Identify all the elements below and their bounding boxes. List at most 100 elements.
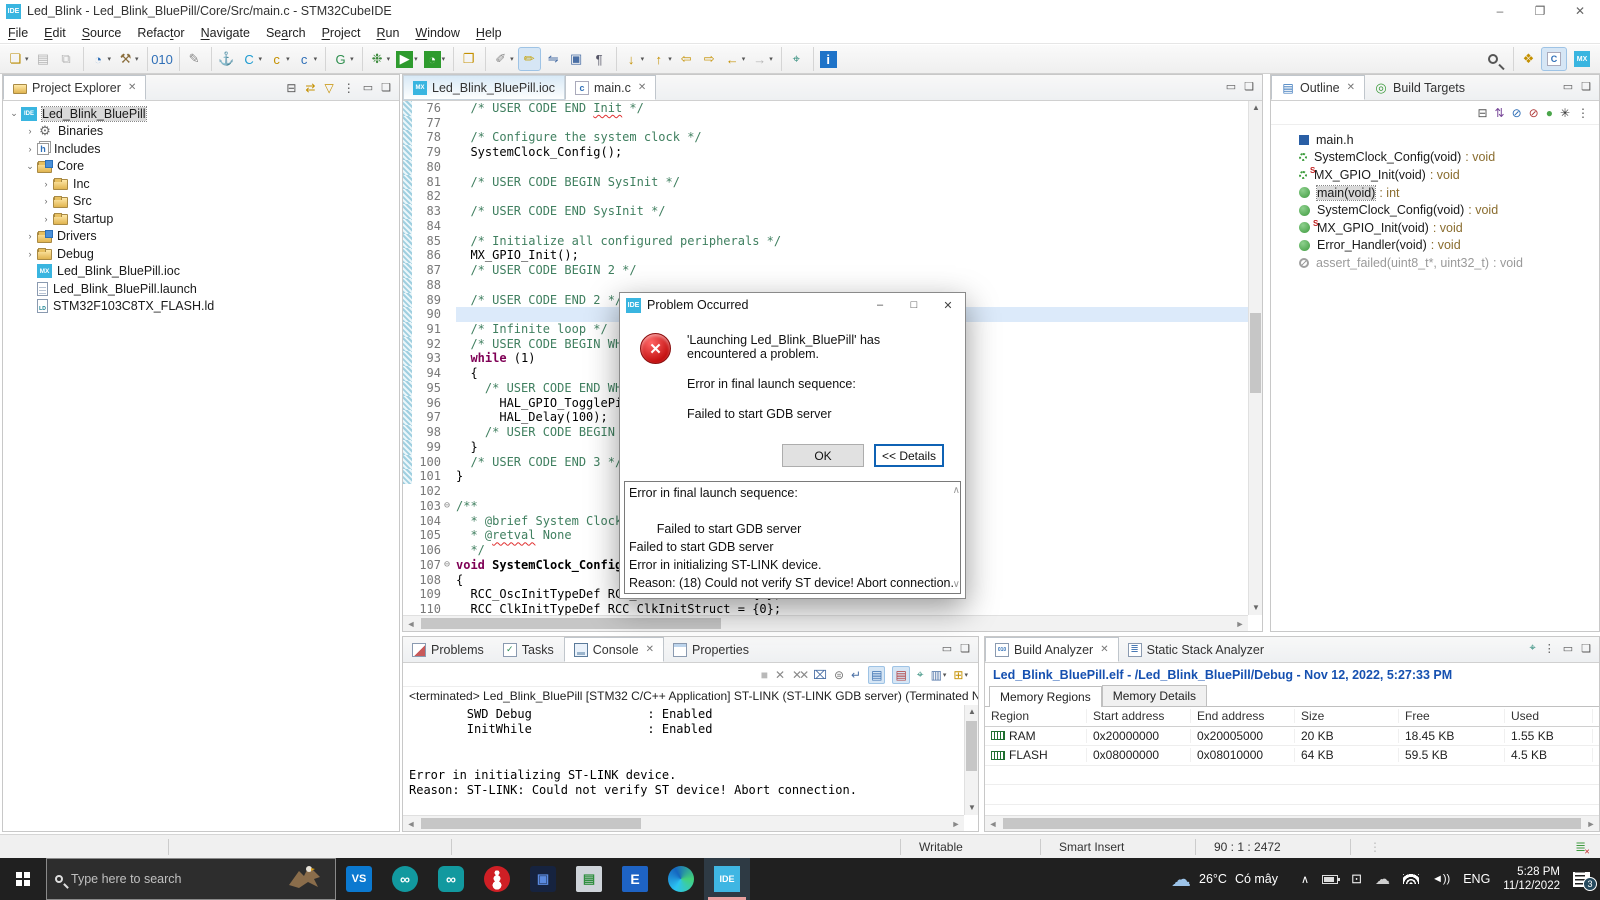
line-number[interactable]: 102 <box>412 484 444 499</box>
fold-marker[interactable] <box>444 573 456 588</box>
code-line[interactable]: 83 /* USER CODE END SysInit */ <box>403 204 1248 219</box>
line-number[interactable]: 86 <box>412 248 444 263</box>
search-flashlight-button[interactable]: ✎ <box>179 47 205 71</box>
tree-item-startup[interactable]: › Startup <box>3 210 399 228</box>
word-wrap-icon[interactable]: ↵ <box>851 668 861 682</box>
dialog-maximize-button[interactable]: □ <box>897 293 931 317</box>
line-number[interactable]: 78 <box>412 130 444 145</box>
minimize-view-icon[interactable]: ▭ <box>942 642 952 655</box>
fold-marker[interactable] <box>444 130 456 145</box>
line-number[interactable]: 83 <box>412 204 444 219</box>
display-console-icon[interactable]: ▥▾ <box>931 668 947 682</box>
line-number[interactable]: 81 <box>412 175 444 190</box>
tab-static-stack[interactable]: ≣ Static Stack Analyzer <box>1119 637 1274 662</box>
fold-marker[interactable] <box>444 410 456 425</box>
show-on-stderr-icon[interactable]: ▤ <box>892 666 909 684</box>
fold-marker[interactable] <box>444 337 456 352</box>
taskbar-search-input[interactable]: Type here to search <box>46 858 336 900</box>
remove-launch-icon[interactable]: ✕ <box>775 668 785 682</box>
close-icon[interactable]: ✕ <box>638 82 646 93</box>
expander-icon[interactable]: › <box>23 126 37 136</box>
code-line[interactable]: 87 /* USER CODE BEGIN 2 */ <box>403 263 1248 278</box>
fold-marker[interactable] <box>444 440 456 455</box>
memory-app-icon[interactable]: ▤ <box>566 858 612 900</box>
tree-item-launch[interactable]: Led_Blink_BluePill.launch <box>3 280 399 298</box>
expander-icon[interactable]: › <box>39 214 53 224</box>
fold-marker[interactable] <box>444 116 456 131</box>
show-on-stdout-icon[interactable]: ▤ <box>868 666 885 684</box>
tree-item-ldscript[interactable]: LD STM32F103C8TX_FLASH.ld <box>3 298 399 316</box>
tab-ioc[interactable]: MX Led_Blink_BluePill.ioc <box>403 75 565 100</box>
line-number[interactable]: 91 <box>412 322 444 337</box>
line-number[interactable]: 88 <box>412 278 444 293</box>
outline-item-assert-failed[interactable]: assert_failed(uint8_t*, uint32_t) : void <box>1271 254 1599 272</box>
tree-item-project[interactable]: ⌄ IDE Led_Blink_BluePill <box>3 105 399 123</box>
ant-app-icon[interactable] <box>474 858 520 900</box>
search-icon[interactable] <box>1488 54 1498 64</box>
debug-attach-button[interactable]: ⚓ <box>211 47 237 71</box>
pin-console-icon[interactable]: ⌖ <box>917 667 924 682</box>
outline-item-sysclock-decl[interactable]: SystemClock_Config(void) : void <box>1271 149 1599 167</box>
start-button[interactable] <box>0 858 46 900</box>
close-icon[interactable]: ✕ <box>1347 82 1355 93</box>
fold-marker[interactable] <box>444 248 456 263</box>
fold-marker[interactable] <box>444 204 456 219</box>
cubemx-perspective-button[interactable]: MX <box>1569 47 1595 71</box>
code-line[interactable]: 110 RCC_ClkInitTypeDef RCC_ClkInitStruct… <box>403 602 1248 615</box>
fold-marker[interactable] <box>444 396 456 411</box>
line-number[interactable]: 92 <box>412 337 444 352</box>
menu-item[interactable]: Project <box>314 24 369 42</box>
weather-widget[interactable]: ☁ 26°C Có mây <box>1161 867 1288 892</box>
console-horizontal-scrollbar[interactable]: ◄ ► <box>403 815 964 831</box>
open-perspective-button[interactable]: ❖ <box>1513 47 1539 71</box>
fold-marker[interactable] <box>444 175 456 190</box>
menu-item[interactable]: Help <box>468 24 510 42</box>
save-all-button[interactable]: ⧉ <box>56 47 77 71</box>
new-cpp-class-button[interactable]: c ▾ <box>266 47 292 71</box>
line-number[interactable]: 103 <box>412 499 444 514</box>
line-number[interactable]: 89 <box>412 293 444 308</box>
expander-icon[interactable]: › <box>23 231 37 241</box>
remove-all-terminated-icon[interactable]: ✕✕ <box>792 668 806 682</box>
tree-item-core[interactable]: ⌄ Core <box>3 158 399 176</box>
tab-problems[interactable]: Problems <box>403 637 494 662</box>
outline-item-sysclock[interactable]: SystemClock_Config(void) : void <box>1271 201 1599 219</box>
menu-item[interactable]: Run <box>368 24 407 42</box>
clock[interactable]: 5:28 PM 11/12/2022 <box>1503 865 1560 893</box>
dialog-minimize-button[interactable]: – <box>863 293 897 317</box>
back-button[interactable]: ← ▾ <box>722 47 748 71</box>
line-number[interactable]: 85 <box>412 234 444 249</box>
tab-build-analyzer[interactable]: 010 Build Analyzer ✕ <box>985 637 1119 662</box>
build-button[interactable]: ⚒ ▾ <box>115 47 141 71</box>
mark-occurrences-button[interactable]: ▣ <box>566 47 587 71</box>
build-analyzer-horizontal-scrollbar[interactable]: ◄ ► <box>985 815 1599 831</box>
menu-item[interactable]: Source <box>74 24 130 42</box>
close-icon[interactable]: ✕ <box>646 644 654 655</box>
chip-app-icon[interactable]: ▣ <box>520 858 566 900</box>
new-c-project-button[interactable]: C ▾ <box>239 47 265 71</box>
hide-fields-icon[interactable]: ⊘ <box>1512 106 1522 120</box>
minimize-view-icon[interactable]: ▭ <box>363 81 373 94</box>
scroll-lock-icon[interactable]: ⊜ <box>834 668 844 682</box>
fold-marker[interactable] <box>444 145 456 160</box>
line-number[interactable]: 110 <box>412 602 444 615</box>
minimize-view-icon[interactable]: ▭ <box>1226 80 1236 93</box>
fold-marker[interactable] <box>444 351 456 366</box>
restore-button[interactable]: ❐ <box>1520 0 1560 22</box>
line-number[interactable]: 76 <box>412 101 444 116</box>
expander-icon[interactable]: › <box>39 179 53 189</box>
fold-marker[interactable]: ⊖ <box>444 558 456 573</box>
expander-icon[interactable]: › <box>23 144 37 154</box>
expander-icon[interactable]: › <box>23 249 37 259</box>
fold-marker[interactable] <box>444 366 456 381</box>
maximize-view-icon[interactable]: ❏ <box>960 642 970 655</box>
fold-marker[interactable] <box>444 189 456 204</box>
menu-item[interactable]: File <box>0 24 36 42</box>
sort-icon[interactable]: ⇅ <box>1495 106 1505 120</box>
line-number[interactable]: 96 <box>412 396 444 411</box>
subtab-memory-details[interactable]: Memory Details <box>1102 685 1207 706</box>
fold-marker[interactable] <box>444 425 456 440</box>
tab-project-explorer[interactable]: Project Explorer ✕ <box>3 75 146 100</box>
tree-item-src[interactable]: › Src <box>3 193 399 211</box>
maximize-view-icon[interactable]: ❏ <box>1244 80 1254 93</box>
